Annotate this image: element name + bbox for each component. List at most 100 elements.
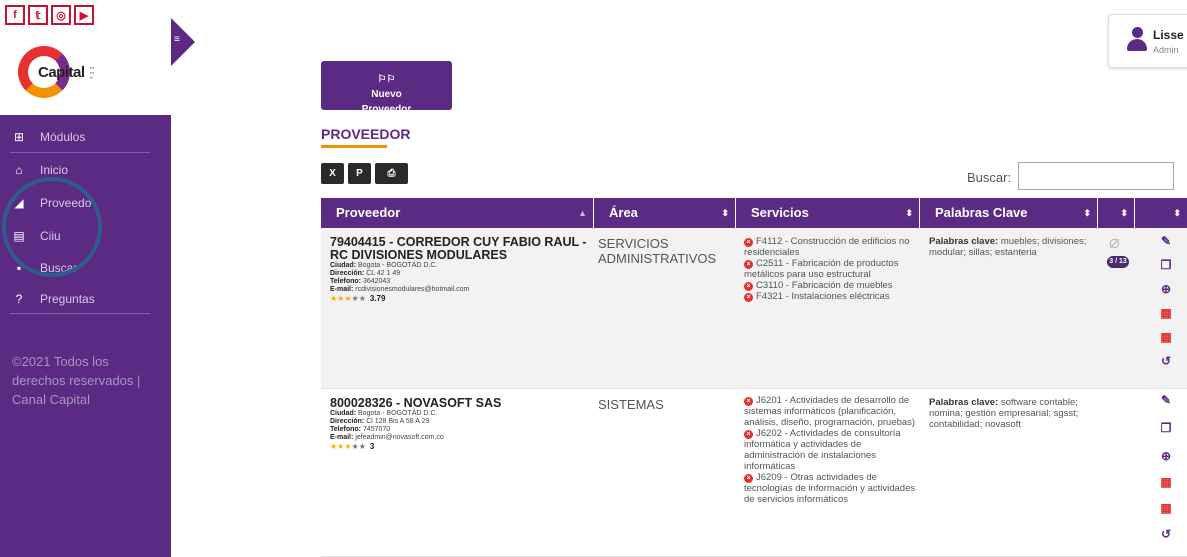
service-item: × F4112 - Construcción de edificios no re… <box>744 236 910 258</box>
column-header-servicios[interactable]: Servicios ⬍ <box>736 198 920 228</box>
pdf-export-icon[interactable]: P <box>348 163 371 184</box>
column-header-area[interactable]: Área ⬍ <box>594 198 736 228</box>
sort-icon: ⬍ <box>1083 208 1091 218</box>
add-icon[interactable]: ⊕ <box>1158 282 1174 296</box>
edit-icon[interactable]: ✎ <box>1158 234 1174 248</box>
sidebar-menu: ⊞ Módulos ⌂ Inicio ◢ Proveedo ▤ Ciiu ▪ B… <box>0 115 171 557</box>
edit-icon[interactable]: ✎ <box>1158 393 1174 407</box>
app-page: f 𝕥 ◎ ▶ Capital ▪▪▪ ▪▪▪ ▪▪ ≡ ⊞ Módulos ⌂ I… <box>0 0 1187 557</box>
provider-telefono: Telefono: 3642043 <box>330 278 391 285</box>
sidebar-item-modulos[interactable]: ⊞ Módulos <box>12 130 85 144</box>
provider-cell: 800028326 - NOVASOFT SAS Ciudad: Bogota … <box>330 397 590 452</box>
page-title: PROVEEDOR <box>321 126 411 142</box>
youtube-icon[interactable]: ▶ <box>74 5 94 25</box>
star-rating: ★★★★★ 3.79 <box>330 294 386 303</box>
calendar-icon[interactable]: ▦ <box>1158 330 1174 344</box>
sort-asc-icon: ▲ <box>578 208 587 218</box>
logo-word: Capital <box>38 64 85 81</box>
sidebar: f 𝕥 ◎ ▶ Capital ▪▪▪ ▪▪▪ ▪▪ ≡ ⊞ Módulos ⌂ I… <box>0 0 195 557</box>
search-label: Buscar: <box>967 170 1012 185</box>
home-icon: ⌂ <box>15 163 23 177</box>
provider-table: Proveedor ▲ Área ⬍ Servicios ⬍ Palabras … <box>321 198 1187 557</box>
area-cell: SISTEMAS <box>598 397 664 412</box>
keywords-cell: Palabras clave: software contable; nomin… <box>929 397 1079 430</box>
sort-icon: ⬍ <box>1173 208 1181 218</box>
column-header-actions[interactable]: ⬍ <box>1135 198 1187 228</box>
sort-icon: ⬍ <box>905 208 913 218</box>
grid-icon: ⊞ <box>13 130 25 144</box>
sidebar-item-label: Inicio <box>40 163 69 177</box>
sidebar-item-label: Módulos <box>40 130 86 144</box>
service-item: × J6201 - Actividades de desarrollo de si… <box>744 395 916 428</box>
new-provider-label: Nuevo Proveedor <box>361 89 412 115</box>
divider <box>10 152 150 153</box>
highlight-circle <box>2 177 102 277</box>
service-item: × C2511 - Fabricación de productos metáli… <box>744 258 899 280</box>
provider-ciudad: Ciudad: Bogota - BOGOTÁD D.C. <box>330 262 438 269</box>
column-header-proveedor[interactable]: Proveedor ▲ <box>321 198 594 228</box>
remove-icon: × <box>744 260 753 269</box>
menu-icon: ≡ <box>174 34 180 45</box>
sort-icon: ⬍ <box>1120 208 1128 218</box>
facebook-icon[interactable]: f <box>5 5 25 25</box>
calendar-icon[interactable]: ▦ <box>1158 475 1174 489</box>
provider-ciudad: Ciudad: Bogota - BOGOTÁD D.C. <box>330 410 438 417</box>
remove-icon: × <box>744 474 753 483</box>
logo-tagline: ▪▪▪ ▪▪▪ ▪▪ <box>90 65 95 80</box>
services-cell: × J6201 - Actividades de desarrollo de si… <box>744 395 916 505</box>
social-links: f 𝕥 ◎ ▶ <box>5 5 94 25</box>
provider-email: E-mail: rcdivisionesmodulares@hotmail.co… <box>330 286 470 293</box>
paperclip-icon: ⌀ <box>1109 232 1120 252</box>
excel-export-icon[interactable]: X <box>321 163 344 184</box>
print-icon[interactable]: ⎙ <box>375 163 408 184</box>
user-icon <box>1127 27 1147 55</box>
copy-icon[interactable]: ❐ <box>1158 421 1174 435</box>
sort-icon: ⬍ <box>721 208 729 218</box>
user-role: Admin <box>1153 45 1179 55</box>
sidebar-item-label: Preguntas <box>40 292 95 306</box>
remove-icon: × <box>744 430 753 439</box>
column-header-attachments[interactable]: ⬍ <box>1098 198 1135 228</box>
history-icon[interactable]: ↺ <box>1158 527 1174 541</box>
provider-cell: 79404415 - CORREDOR CUY FABIO RAUL - RC … <box>330 236 590 304</box>
history-icon[interactable]: ↺ <box>1158 354 1174 368</box>
title-underline <box>321 145 387 148</box>
sidebar-header: f 𝕥 ◎ ▶ Capital ▪▪▪ ▪▪▪ ▪▪ <box>0 0 171 115</box>
attachments-cell[interactable]: ⌀ 3 / 13 <box>1105 232 1135 272</box>
remove-icon: × <box>744 282 753 291</box>
provider-direccion: Dirección: Cl 128 Bis A 58 A 29 <box>330 418 430 425</box>
user-name: Lisse <box>1153 28 1184 42</box>
copyright-text: ©2021 Todos los derechos reservados | Ca… <box>12 354 141 407</box>
remove-icon: × <box>744 238 753 247</box>
add-icon[interactable]: ⊕ <box>1158 449 1174 463</box>
divider <box>10 313 150 314</box>
keywords-cell: Palabras clave: muebles; divisiones; mod… <box>929 236 1087 258</box>
area-cell: SERVICIOS ADMINISTRATIVOS <box>598 236 717 266</box>
calendar-icon[interactable]: ▦ <box>1158 306 1174 320</box>
provider-direccion: Dirección: CL 42 1 49 <box>330 270 401 277</box>
remove-icon: × <box>744 293 753 302</box>
star-rating: ★★★★★ 3 <box>330 442 375 451</box>
calendar-icon[interactable]: ▦ <box>1158 501 1174 515</box>
search-input[interactable] <box>1018 162 1174 190</box>
user-menu[interactable]: Lisse Admin <box>1108 14 1187 68</box>
provider-title[interactable]: 800028326 - NOVASOFT SAS <box>330 397 590 410</box>
export-buttons: X P ⎙ <box>321 163 408 184</box>
provider-email: E-mail: jefeadmin@novasoft.com.co <box>330 434 444 441</box>
sidebar-item-inicio[interactable]: ⌂ Inicio <box>12 163 68 177</box>
remove-icon: × <box>744 397 753 406</box>
logo[interactable]: Capital ▪▪▪ ▪▪▪ ▪▪ <box>16 44 98 104</box>
copy-icon[interactable]: ❐ <box>1158 258 1174 272</box>
twitter-icon[interactable]: 𝕥 <box>28 5 48 25</box>
instagram-icon[interactable]: ◎ <box>51 5 71 25</box>
table-header: Proveedor ▲ Área ⬍ Servicios ⬍ Palabras … <box>321 198 1187 228</box>
table-row: 79404415 - CORREDOR CUY FABIO RAUL - RC … <box>321 228 1187 389</box>
column-header-palabras[interactable]: Palabras Clave ⬍ <box>920 198 1098 228</box>
service-item: × F4321 - Instalaciones eléctricas <box>744 291 916 302</box>
attachment-count-badge: 3 / 13 <box>1107 256 1129 268</box>
service-item: × J6202 - Actividades de consultoría info… <box>744 428 901 472</box>
provider-title[interactable]: 79404415 - CORREDOR CUY FABIO RAUL - RC … <box>330 236 590 262</box>
sidebar-item-preguntas[interactable]: ? Preguntas <box>12 292 95 306</box>
service-item: × J6209 - Otras actividades de tecnología… <box>744 472 916 505</box>
new-provider-button[interactable]: ⚐⚐ Nuevo Proveedor <box>321 61 452 115</box>
